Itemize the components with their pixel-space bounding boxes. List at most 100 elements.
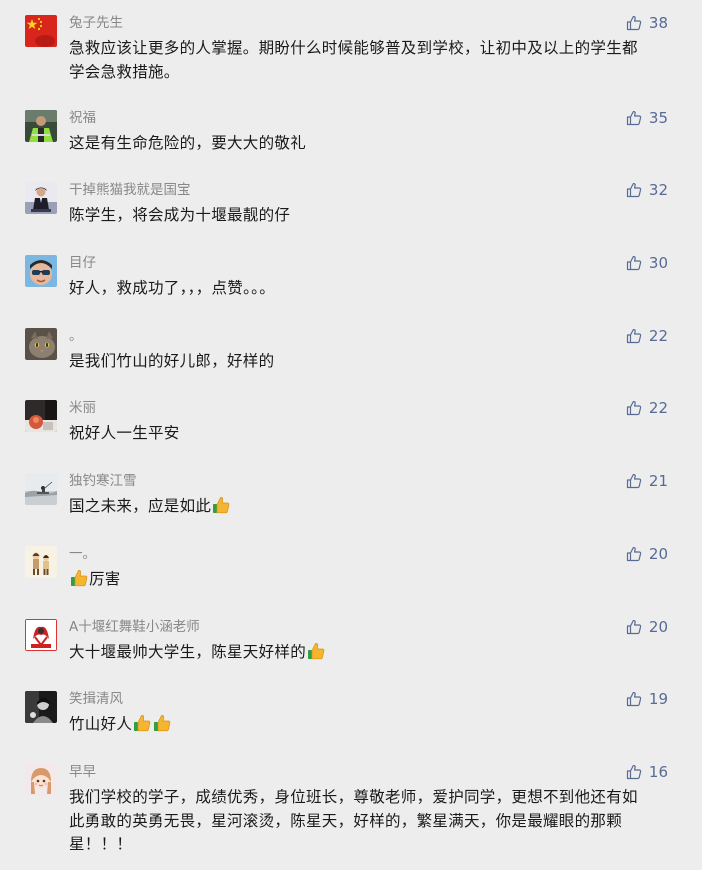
comment-username[interactable]: 早早 xyxy=(69,763,96,781)
like-button[interactable]: 32 xyxy=(626,180,668,200)
like-button[interactable]: 21 xyxy=(626,471,668,491)
thumbs-up-emoji-icon xyxy=(152,715,172,733)
comment-text-content: 竹山好人 xyxy=(69,715,133,733)
comment-text-content: 急救应该让更多的人掌握。期盼什么时候能够普及到学校，让初中及以上的学生都 xyxy=(69,39,638,57)
like-button[interactable]: 30 xyxy=(626,253,668,273)
comment-text-content: 好人，救成功了，，，点赞。。。 xyxy=(69,279,276,297)
comment-username[interactable]: 祝福 xyxy=(69,109,96,127)
comment-text-content: 我们学校的学子，成绩优秀，身位班长，尊敬老师，爱护同学，更想不到他还有如 xyxy=(69,788,638,806)
thumbs-up-emoji-icon xyxy=(132,715,152,733)
thumbs-up-outline-icon xyxy=(626,619,642,635)
comment-text: 急救应该让更多的人掌握。期盼什么时候能够普及到学校，让初中及以上的学生都 学会急救… xyxy=(69,37,669,84)
comment-username[interactable]: 。 xyxy=(69,327,83,345)
thumbs-up-outline-icon xyxy=(626,691,642,707)
dark-photo-avatar[interactable] xyxy=(25,400,57,432)
like-button[interactable]: 19 xyxy=(626,689,668,709)
like-count: 38 xyxy=(648,14,668,32)
like-count: 30 xyxy=(648,254,668,272)
thumbs-up-emoji-icon xyxy=(306,643,326,661)
comment-text: 竹山好人 xyxy=(69,713,669,737)
comment-text-content: 此勇敢的英勇无畏，星河滚烫，陈星天，好样的，繁星满天，你是最耀眼的那颗 xyxy=(69,811,623,830)
cat-avatar[interactable] xyxy=(25,328,57,360)
like-count: 22 xyxy=(648,327,668,345)
comment-username[interactable]: 米丽 xyxy=(69,399,96,417)
comment-text: 厉害 xyxy=(69,568,669,592)
comment-text-content: 陈学生，将会成为十堰最靓的仔 xyxy=(69,206,291,224)
thumbs-up-outline-icon xyxy=(626,255,642,271)
like-button[interactable]: 20 xyxy=(626,544,668,564)
comment-username[interactable]: 一。 xyxy=(69,545,96,563)
comment-username[interactable]: 独钓寒江雪 xyxy=(69,472,137,490)
comment-username[interactable]: 笑揖清风 xyxy=(69,690,123,708)
thumbs-up-outline-icon xyxy=(626,400,642,416)
comment-text: 是我们竹山的好儿郎，好样的 xyxy=(69,350,669,374)
like-count: 20 xyxy=(648,618,668,636)
sunglasses-avatar[interactable] xyxy=(25,255,57,287)
comment-username[interactable]: A十堰红舞鞋小涵老师 xyxy=(69,618,200,636)
thumbs-up-emoji-icon xyxy=(211,497,231,515)
comment-username[interactable]: 兔子先生 xyxy=(69,14,123,32)
like-button[interactable]: 22 xyxy=(626,326,668,346)
comment-text-line: 这是有生命危险的，要大大的敬礼 xyxy=(69,132,669,156)
comment-text-line: 是我们竹山的好儿郎，好样的 xyxy=(69,350,669,374)
comment-text-content: 厉害 xyxy=(89,570,121,588)
comment-text-line: 厉害 xyxy=(69,568,669,592)
comment-text-line: 陈学生，将会成为十堰最靓的仔 xyxy=(69,204,669,228)
comment-text-line: 星！！！ xyxy=(69,833,669,857)
comment-text: 大十堰最帅大学生，陈星天好样的 xyxy=(69,641,669,665)
comment-text: 好人，救成功了，，，点赞。。。 xyxy=(69,277,669,301)
green-jacket-avatar[interactable] xyxy=(25,110,57,142)
thumbs-up-outline-icon xyxy=(626,473,642,489)
bw-photo-avatar[interactable] xyxy=(25,691,57,723)
thumbs-up-outline-icon xyxy=(626,110,642,126)
like-count: 22 xyxy=(648,399,668,417)
thumbs-up-outline-icon xyxy=(626,15,642,31)
like-button[interactable]: 38 xyxy=(626,13,668,33)
like-count: 16 xyxy=(648,763,668,781)
comment-text-content: 学会急救措施。 xyxy=(69,62,180,81)
like-button[interactable]: 20 xyxy=(626,617,668,637)
comment-text-content: 这是有生命危险的，要大大的敬礼 xyxy=(69,134,307,152)
comment-text-line: 好人，救成功了，，，点赞。。。 xyxy=(69,277,669,301)
cartoon-figures-avatar[interactable] xyxy=(25,546,57,578)
like-button[interactable]: 16 xyxy=(626,762,668,782)
comment-text: 国之未来，应是如此 xyxy=(69,495,669,519)
comment-text-line: 国之未来，应是如此 xyxy=(69,495,669,519)
comment-text-line: 急救应该让更多的人掌握。期盼什么时候能够普及到学校，让初中及以上的学生都 xyxy=(69,37,669,61)
comment-text: 这是有生命危险的，要大大的敬礼 xyxy=(69,132,669,156)
like-count: 19 xyxy=(648,690,668,708)
comment-text-line: 此勇敢的英勇无畏，星河滚烫，陈星天，好样的，繁星满天，你是最耀眼的那颗 xyxy=(69,810,669,834)
comment-text-line: 我们学校的学子，成绩优秀，身位班长，尊敬老师，爱护同学，更想不到他还有如 xyxy=(69,786,669,810)
suit-man-avatar[interactable] xyxy=(25,182,57,214)
thumbs-up-emoji-icon xyxy=(69,570,89,588)
comment-text: 陈学生，将会成为十堰最靓的仔 xyxy=(69,204,669,228)
comment-text-line: 学会急救措施。 xyxy=(69,61,669,85)
thumbs-up-outline-icon xyxy=(626,328,642,344)
comment-text-content: 大十堰最帅大学生，陈星天好样的 xyxy=(69,643,307,661)
red-logo-avatar[interactable] xyxy=(25,619,57,651)
girl-anime-avatar[interactable] xyxy=(25,764,57,796)
comment-text: 我们学校的学子，成绩优秀，身位班长，尊敬老师，爱护同学，更想不到他还有如 此勇敢的… xyxy=(69,786,669,857)
comment-text-line: 大十堰最帅大学生，陈星天好样的 xyxy=(69,641,669,665)
comment-text-content: 是我们竹山的好儿郎，好样的 xyxy=(69,352,275,370)
like-count: 21 xyxy=(648,472,668,490)
comment-text-content: 祝好人一生平安 xyxy=(69,424,180,442)
like-count: 32 xyxy=(648,181,668,199)
like-button[interactable]: 22 xyxy=(626,398,668,418)
comment-text-line: 竹山好人 xyxy=(69,713,669,737)
comment-list: 兔子先生急救应该让更多的人掌握。期盼什么时候能够普及到学校，让初中及以上的学生都… xyxy=(0,0,702,870)
snow-landscape-avatar[interactable] xyxy=(25,473,57,505)
china-flag-avatar[interactable] xyxy=(25,15,57,47)
thumbs-up-outline-icon xyxy=(626,764,642,780)
like-count: 20 xyxy=(648,545,668,563)
comment-username[interactable]: 干掉熊猫我就是国宝 xyxy=(69,181,191,199)
comment-text-content: 星！！！ xyxy=(69,835,133,853)
thumbs-up-outline-icon xyxy=(626,182,642,198)
comment-text-content: 国之未来，应是如此 xyxy=(69,497,212,515)
like-button[interactable]: 35 xyxy=(626,108,668,128)
like-count: 35 xyxy=(648,109,668,127)
comment-text: 祝好人一生平安 xyxy=(69,422,669,446)
comment-username[interactable]: 目仔 xyxy=(69,254,96,272)
comment-text-line: 祝好人一生平安 xyxy=(69,422,669,446)
thumbs-up-outline-icon xyxy=(626,546,642,562)
